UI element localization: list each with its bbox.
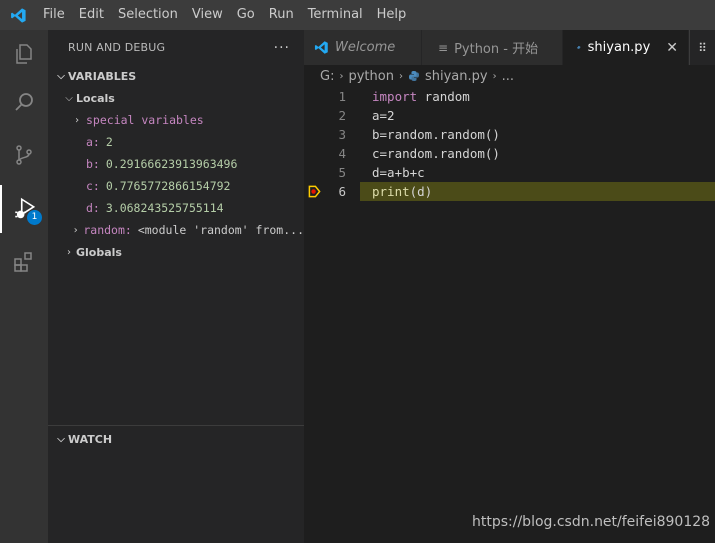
breadcrumb-drive[interactable]: G: bbox=[320, 69, 334, 84]
variable-value: 2 bbox=[105, 135, 113, 149]
source-control-icon[interactable] bbox=[0, 131, 48, 179]
preview-icon: ≡ bbox=[438, 40, 449, 55]
chevron-right-icon: › bbox=[72, 224, 79, 236]
tab-bar: Welcome ≡ Python - 开始 shiyan.py ✕ ⠿ bbox=[304, 30, 715, 65]
code-line: 1 import random bbox=[304, 87, 715, 106]
extensions-icon[interactable] bbox=[0, 238, 48, 286]
tab-label: shiyan.py bbox=[587, 40, 651, 55]
breadcrumb-folder[interactable]: python bbox=[348, 69, 393, 84]
activity-bar: 1 bbox=[0, 30, 48, 543]
watch-section: ⌵ WATCH bbox=[48, 425, 304, 450]
breadcrumb-file[interactable]: shiyan.py bbox=[425, 69, 488, 84]
code-text: b=random.random() bbox=[372, 127, 500, 142]
line-number: 4 bbox=[338, 146, 346, 161]
sidebar-header: RUN AND DEBUG ··· bbox=[48, 30, 304, 65]
tab-shiyan-py[interactable]: shiyan.py ✕ bbox=[563, 30, 689, 65]
code-text: import random bbox=[372, 89, 470, 104]
chevron-right-icon: › bbox=[73, 114, 81, 126]
variable-value: 0.7765772866154792 bbox=[105, 179, 231, 193]
menu-file[interactable]: File bbox=[36, 0, 72, 30]
tab-label: Welcome bbox=[335, 40, 396, 55]
title-bar: File Edit Selection View Go Run Terminal… bbox=[0, 0, 715, 30]
vscode-logo-icon bbox=[0, 0, 36, 30]
more-tabs-icon[interactable]: ⠿ bbox=[689, 30, 715, 65]
tab-welcome[interactable]: Welcome bbox=[304, 30, 422, 65]
chevron-right-icon: › bbox=[492, 70, 497, 82]
menu-selection[interactable]: Selection bbox=[111, 0, 185, 30]
code-editor[interactable]: 1 import random 2 a=2 3 b=random.random(… bbox=[304, 87, 715, 201]
more-actions-icon[interactable]: ··· bbox=[274, 40, 290, 56]
vscode-logo-icon bbox=[314, 41, 328, 54]
watch-section-header[interactable]: ⌵ WATCH bbox=[48, 428, 304, 450]
run-debug-icon[interactable]: 1 bbox=[0, 185, 48, 233]
variable-name: c: bbox=[86, 179, 100, 193]
explorer-icon[interactable] bbox=[0, 30, 48, 78]
line-number: 1 bbox=[338, 89, 346, 104]
menu-view[interactable]: View bbox=[185, 0, 230, 30]
watermark-text: https://blog.csdn.net/feifei890128 bbox=[472, 514, 711, 530]
chevron-right-icon: › bbox=[339, 70, 344, 82]
line-number: 5 bbox=[338, 165, 346, 180]
breadcrumb-symbol[interactable]: ... bbox=[502, 69, 514, 84]
variable-name: a: bbox=[86, 135, 100, 149]
tab-python-start[interactable]: ≡ Python - 开始 bbox=[422, 30, 563, 65]
globals-scope[interactable]: › Globals bbox=[48, 241, 304, 263]
code-line: 3 b=random.random() bbox=[304, 125, 715, 144]
menu-go[interactable]: Go bbox=[230, 0, 262, 30]
tab-label: Python - 开始 bbox=[454, 42, 539, 57]
menu-help[interactable]: Help bbox=[370, 0, 414, 30]
variable-name: random: bbox=[83, 223, 132, 237]
variable-row-d[interactable]: d: 3.068243525755114 bbox=[48, 197, 304, 219]
locals-label: Locals bbox=[76, 91, 115, 105]
python-file-icon bbox=[577, 45, 581, 50]
variable-row-c[interactable]: c: 0.7765772866154792 bbox=[48, 175, 304, 197]
chevron-down-icon: ⌵ bbox=[65, 92, 73, 104]
menu-terminal[interactable]: Terminal bbox=[301, 0, 370, 30]
line-number: 3 bbox=[338, 127, 346, 142]
breadcrumb: G: › python › shiyan.py › ... bbox=[304, 65, 715, 87]
python-file-icon bbox=[408, 71, 419, 81]
chevron-down-icon: ⌵ bbox=[57, 70, 65, 82]
variable-value: <module 'random' from... bbox=[137, 223, 304, 237]
code-line: 2 a=2 bbox=[304, 106, 715, 125]
code-text: d=a+b+c bbox=[372, 165, 425, 180]
code-line: 5 d=a+b+c bbox=[304, 163, 715, 182]
code-text: c=random.random() bbox=[372, 146, 500, 161]
code-line: 4 c=random.random() bbox=[304, 144, 715, 163]
variable-value: 0.29166623913963496 bbox=[105, 157, 238, 171]
variable-row-b[interactable]: b: 0.29166623913963496 bbox=[48, 153, 304, 175]
chevron-right-icon: › bbox=[398, 70, 403, 82]
variables-section-header[interactable]: ⌵ VARIABLES bbox=[48, 65, 304, 87]
code-text: a=2 bbox=[372, 108, 395, 123]
locals-scope[interactable]: ⌵ Locals bbox=[48, 87, 304, 109]
close-icon[interactable]: ✕ bbox=[666, 40, 678, 56]
variable-name: d: bbox=[86, 201, 100, 215]
editor-area: Welcome ≡ Python - 开始 shiyan.py ✕ ⠿ G: ›… bbox=[304, 30, 715, 543]
line-number: 2 bbox=[338, 108, 346, 123]
search-icon[interactable] bbox=[0, 78, 48, 126]
variable-name: b: bbox=[86, 157, 100, 171]
line-number: 6 bbox=[338, 184, 346, 199]
menu-run[interactable]: Run bbox=[262, 0, 301, 30]
chevron-down-icon: ⌵ bbox=[57, 433, 65, 445]
variables-header-label: VARIABLES bbox=[68, 69, 137, 83]
special-variables-row[interactable]: › special variables bbox=[48, 109, 304, 131]
globals-label: Globals bbox=[76, 245, 122, 259]
menu-bar: File Edit Selection View Go Run Terminal… bbox=[36, 0, 413, 30]
current-execution-line: 6 print(d) bbox=[304, 182, 715, 201]
variable-row-random[interactable]: › random: <module 'random' from... bbox=[48, 219, 304, 241]
variable-row-a[interactable]: a: 2 bbox=[48, 131, 304, 153]
sidebar: RUN AND DEBUG ··· ⌵ VARIABLES ⌵ Locals ›… bbox=[48, 30, 304, 543]
special-variables-label: special variables bbox=[86, 113, 204, 127]
variable-value: 3.068243525755114 bbox=[105, 201, 224, 215]
debug-badge: 1 bbox=[27, 210, 42, 225]
watch-header-label: WATCH bbox=[68, 432, 113, 446]
sidebar-title: RUN AND DEBUG bbox=[68, 41, 166, 54]
chevron-right-icon: › bbox=[67, 246, 71, 258]
code-text: print(d) bbox=[372, 184, 433, 199]
menu-edit[interactable]: Edit bbox=[72, 0, 111, 30]
